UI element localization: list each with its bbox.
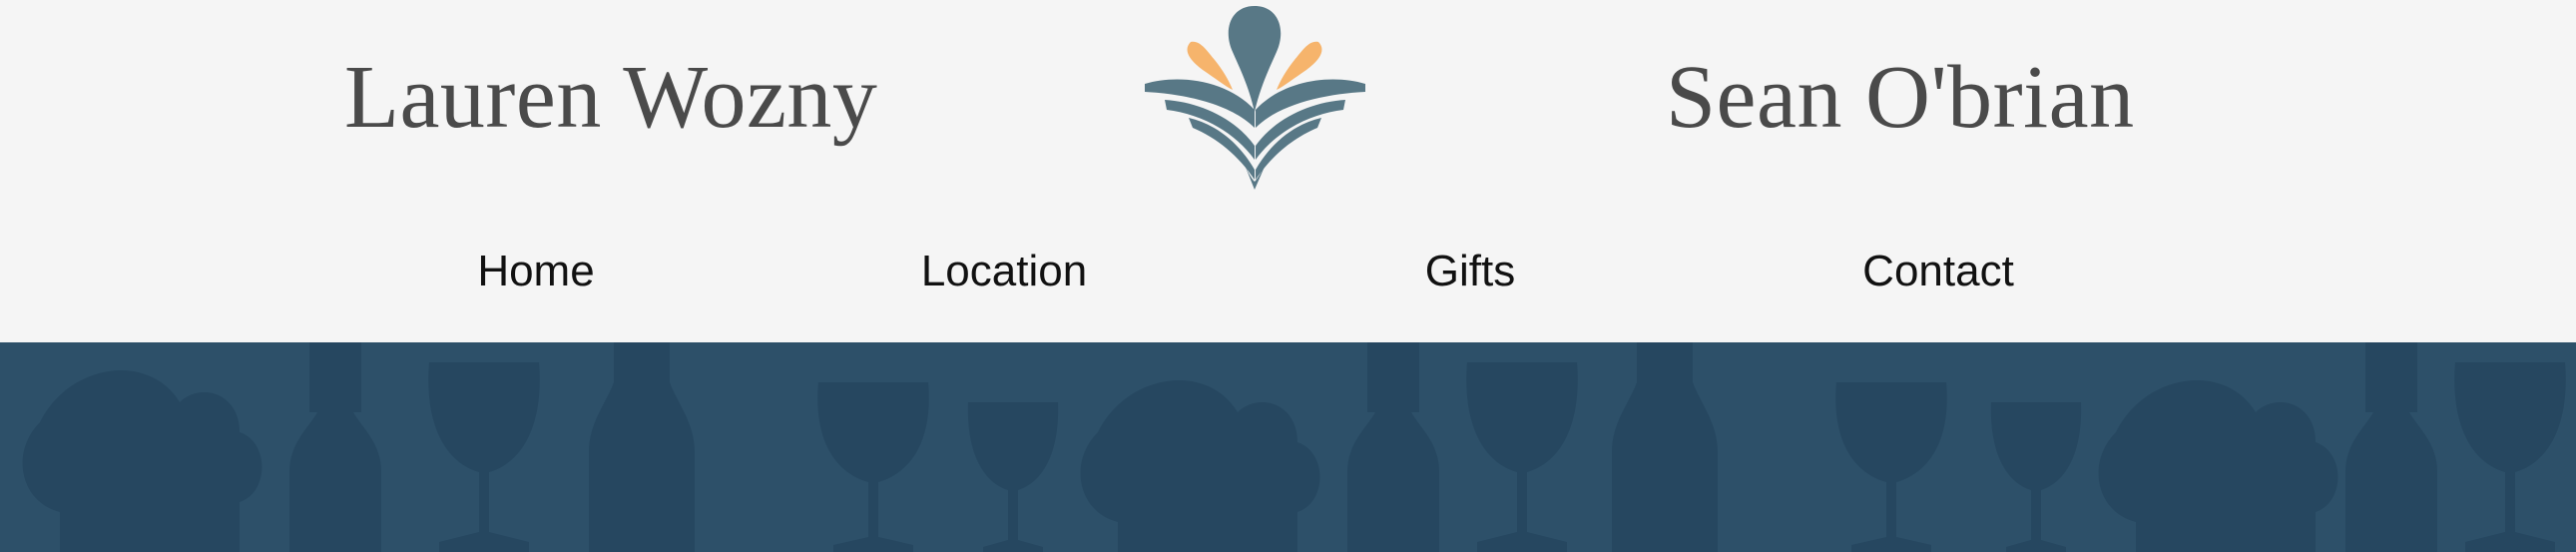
site-header: Lauren Wozny Sean O'brian Home Location … — [0, 0, 2576, 342]
wine-pattern-banner — [0, 342, 2576, 552]
nav-location-link[interactable]: Location — [854, 232, 1154, 311]
nav-gifts-link[interactable]: Gifts — [1320, 232, 1620, 311]
floral-book-logo-icon[interactable] — [1143, 0, 1367, 195]
name-sean: Sean O'brian — [1666, 48, 2135, 147]
name-lauren: Lauren Wozny — [344, 48, 878, 147]
main-nav: Home Location Gifts Contact — [0, 232, 2576, 311]
nav-home-link[interactable]: Home — [386, 232, 686, 311]
nav-contact-link[interactable]: Contact — [1789, 232, 2088, 311]
